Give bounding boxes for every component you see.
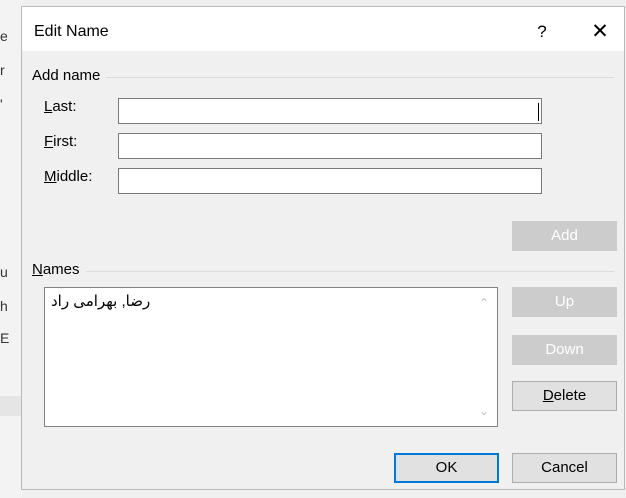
middle-label-text: iddle: (56, 168, 93, 185)
text-caret (538, 103, 539, 121)
first-label-accel: F (44, 133, 54, 150)
last-label-text: ast: (52, 98, 77, 115)
delete-label-text: elete (553, 387, 587, 404)
add-button[interactable]: Add (512, 221, 617, 251)
background-band (0, 396, 22, 416)
first-label-text: irst: (53, 133, 78, 150)
down-button[interactable]: Down (512, 335, 617, 365)
edit-name-dialog: Edit Name ? ✕ Add name Last: First: Midd… (21, 6, 625, 490)
list-item[interactable]: رضا, بهرامی راد (51, 292, 150, 310)
background-text: E (0, 330, 10, 346)
first-name-input[interactable] (118, 133, 542, 159)
up-button[interactable]: Up (512, 287, 617, 317)
delete-button[interactable]: Delete (512, 381, 617, 411)
ok-button[interactable]: OK (394, 453, 499, 483)
middle-label-accel: M (44, 168, 57, 185)
names-group-rule (34, 271, 614, 272)
names-label-text: ames (42, 261, 80, 278)
delete-accel: D (542, 387, 554, 404)
scroll-up-arrow-icon[interactable]: ⌃ (473, 296, 495, 312)
help-button[interactable]: ? (524, 17, 560, 47)
middle-label: Middle: (44, 168, 92, 185)
middle-name-input[interactable] (118, 168, 542, 194)
close-button[interactable]: ✕ (580, 17, 620, 47)
names-listbox[interactable]: رضا, بهرامی راد ⌃ ⌄ (44, 287, 498, 427)
dialog-title: Edit Name (34, 23, 109, 40)
add-name-group-label: Add name (32, 67, 107, 84)
title-bar: Edit Name ? ✕ (22, 7, 624, 51)
background-text: r (0, 62, 5, 78)
background-text: u (0, 264, 8, 280)
add-name-group-rule (34, 77, 614, 78)
names-label-accel: N (32, 261, 43, 278)
background-text: h (0, 298, 8, 314)
first-label: First: (44, 133, 77, 150)
last-name-input[interactable] (118, 98, 542, 124)
names-group-label: Names (32, 261, 86, 278)
background-text: ' (0, 96, 3, 112)
cancel-button[interactable]: Cancel (512, 453, 617, 483)
scroll-down-arrow-icon[interactable]: ⌄ (473, 404, 495, 420)
background-text: e (0, 28, 8, 44)
last-label: Last: (44, 98, 77, 115)
